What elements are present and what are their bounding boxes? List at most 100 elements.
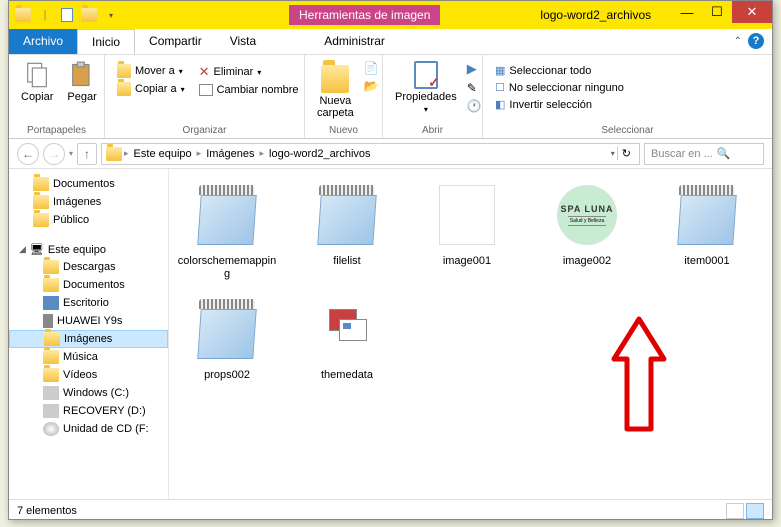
file-themedata[interactable]: themedata	[297, 293, 397, 382]
move-icon	[117, 64, 131, 78]
nav-documents-pc[interactable]: Documentos	[9, 276, 168, 294]
crumb-images[interactable]: Imágenes	[203, 148, 257, 160]
file-filelist[interactable]: filelist	[297, 179, 397, 281]
rename-button[interactable]: Cambiar nombre	[195, 83, 303, 97]
invert-icon: ◧	[495, 98, 505, 111]
breadcrumbs[interactable]: ▸ Este equipo▸ Imágenes▸ logo-word2_arch…	[101, 143, 640, 165]
explorer-window: | ▾ Herramientas de imagen logo-word2_ar…	[8, 0, 773, 520]
properties-button[interactable]: Propiedades ▾	[391, 59, 461, 117]
folder-icon[interactable]	[13, 6, 33, 24]
nav-drive-c[interactable]: Windows (C:)	[9, 384, 168, 402]
search-icon: 🔍	[717, 147, 731, 160]
maximize-button[interactable]: ☐	[702, 1, 732, 23]
notepad-icon	[199, 185, 255, 245]
ribbon-collapse-icon[interactable]: ⌃	[734, 36, 742, 47]
item-count: 7 elementos	[17, 505, 77, 517]
desktop-icon	[43, 296, 59, 310]
quick-access-toolbar: | ▾	[9, 6, 121, 24]
annotation-arrow	[599, 309, 679, 439]
nav-public[interactable]: Público	[9, 211, 168, 229]
nav-downloads[interactable]: Descargas	[9, 258, 168, 276]
open-folder-icon[interactable]	[79, 6, 99, 24]
group-open-label: Abrir	[383, 125, 482, 136]
group-clipboard-label: Portapapeles	[9, 125, 104, 136]
nav-documents[interactable]: Documentos	[9, 175, 168, 193]
close-button[interactable]: ✕	[732, 1, 772, 23]
crumb-current[interactable]: logo-word2_archivos	[266, 148, 374, 160]
drive-icon	[43, 386, 59, 400]
file-image002[interactable]: SPA LUNASalud y Belleza image002	[537, 179, 637, 281]
file-item0001[interactable]: item0001	[657, 179, 757, 281]
window-title: logo-word2_archivos	[530, 5, 661, 25]
invert-selection-button[interactable]: ◧Invertir selección	[491, 97, 628, 112]
expand-icon[interactable]: ◢	[19, 244, 26, 255]
tab-share[interactable]: Compartir	[135, 29, 216, 54]
cd-icon	[43, 422, 59, 436]
crumb-pc[interactable]: Este equipo	[131, 148, 195, 160]
minimize-button[interactable]: —	[672, 1, 702, 23]
drive-icon	[43, 404, 59, 418]
select-none-button[interactable]: ☐No seleccionar ninguno	[491, 80, 628, 95]
edit-icon[interactable]: ✎	[467, 81, 482, 95]
context-tab[interactable]: Herramientas de imagen	[289, 5, 440, 25]
paste-button[interactable]: Pegar	[63, 59, 100, 105]
view-details-button[interactable]	[726, 503, 744, 519]
tab-manage[interactable]: Administrar	[310, 29, 399, 54]
qat-dropdown-icon[interactable]: ▾	[101, 6, 121, 24]
nav-music[interactable]: Música	[9, 348, 168, 366]
notepad-icon	[679, 185, 735, 245]
select-none-icon: ☐	[495, 81, 505, 94]
copy-to-button[interactable]: Copiar a▾	[113, 81, 189, 97]
notepad-icon	[319, 185, 375, 245]
nav-phone[interactable]: HUAWEI Y9s	[9, 312, 168, 330]
search-input[interactable]: Buscar en ... 🔍	[644, 143, 764, 165]
recent-dropdown-icon[interactable]: ▾	[69, 149, 73, 158]
tab-file[interactable]: Archivo	[9, 29, 77, 54]
file-props002[interactable]: props002	[177, 293, 277, 382]
spa-logo-icon: SPA LUNASalud y Belleza	[557, 185, 617, 245]
tab-view[interactable]: Vista	[216, 29, 270, 54]
new-folder-icon	[321, 65, 349, 93]
location-icon	[106, 147, 122, 161]
file-colorschememapping[interactable]: colorschememapping	[177, 179, 277, 281]
nav-cd[interactable]: Unidad de CD (F:	[9, 420, 168, 438]
copy-to-icon	[117, 82, 131, 96]
nav-desktop[interactable]: Escritorio	[9, 294, 168, 312]
properties-icon	[414, 61, 438, 89]
delete-button[interactable]: ✕Eliminar▾	[195, 63, 303, 81]
file-list[interactable]: colorschememapping filelist image001 SPA…	[169, 169, 772, 499]
forward-button[interactable]: →	[43, 143, 65, 165]
view-icons-button[interactable]	[746, 503, 764, 519]
nav-this-pc[interactable]: ◢🖥Este equipo	[9, 241, 168, 258]
paste-icon	[68, 61, 96, 89]
new-folder-button[interactable]: Nueva carpeta	[313, 59, 358, 121]
blank-image-icon	[439, 185, 495, 245]
refresh-icon[interactable]: ↻	[617, 147, 635, 160]
help-icon[interactable]: ?	[748, 33, 764, 49]
nav-videos[interactable]: Vídeos	[9, 366, 168, 384]
nav-images-fav[interactable]: Imágenes	[9, 193, 168, 211]
properties-icon[interactable]	[57, 6, 77, 24]
navigation-pane[interactable]: Documentos Imágenes Público ◢🖥Este equip…	[9, 169, 169, 499]
theme-icon	[325, 309, 369, 349]
group-organize-label: Organizar	[105, 125, 304, 136]
nav-drive-d[interactable]: RECOVERY (D:)	[9, 402, 168, 420]
move-to-button[interactable]: Mover a▾	[113, 63, 189, 79]
file-image001[interactable]: image001	[417, 179, 517, 281]
easy-access-icon[interactable]: 📂	[364, 79, 379, 93]
history-icon[interactable]: 🕐	[467, 99, 482, 113]
new-item-icon[interactable]: 📄	[364, 61, 379, 75]
nav-images[interactable]: Imágenes	[9, 330, 168, 348]
delete-icon: ✕	[199, 64, 210, 80]
notepad-icon	[199, 299, 255, 359]
back-button[interactable]: ←	[17, 143, 39, 165]
select-all-button[interactable]: ▦Seleccionar todo	[491, 63, 628, 78]
phone-icon	[43, 314, 53, 328]
copy-button[interactable]: Copiar	[17, 59, 57, 105]
address-dropdown-icon[interactable]: ▾	[611, 149, 615, 158]
up-button[interactable]: ↑	[77, 143, 97, 165]
tab-home[interactable]: Inicio	[77, 29, 135, 54]
open-icon[interactable]: ▶	[467, 61, 482, 77]
qat-sep: |	[35, 6, 55, 24]
status-bar: 7 elementos	[9, 499, 772, 521]
